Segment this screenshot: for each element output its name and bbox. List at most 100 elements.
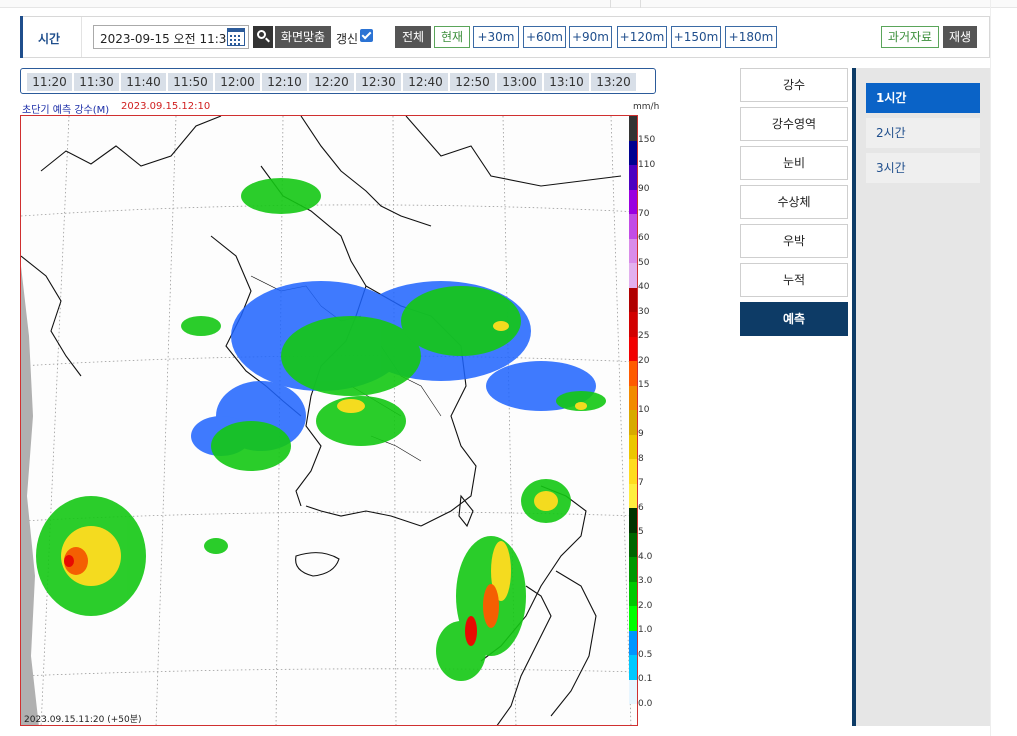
legend-label: 20 xyxy=(638,355,650,366)
legend-swatch xyxy=(629,606,637,631)
control-bar: 시간 2023-09-15 오전 11:34 화면맞춤 갱신 전체 현재 +30… xyxy=(20,16,990,58)
timeline-tick[interactable]: 12:50 xyxy=(450,73,495,91)
timeline-tick[interactable]: 12:20 xyxy=(309,73,354,91)
plus-150m-button[interactable]: +150m xyxy=(671,26,721,48)
radar-map[interactable] xyxy=(20,115,638,726)
legend-label: 0.1 xyxy=(638,674,653,684)
legend-swatch xyxy=(629,238,637,263)
legend-label: 40 xyxy=(638,282,650,292)
radar-map-image xyxy=(21,116,637,725)
plus-30m-button[interactable]: +30m xyxy=(473,26,519,48)
sub-2hour[interactable]: 2시간 xyxy=(866,118,980,148)
legend-label: 50 xyxy=(638,257,650,268)
sub-3hour[interactable]: 3시간 xyxy=(866,153,980,183)
legend-label: 60 xyxy=(638,233,650,243)
map-footer-time: 2023.09.15.11:20 (+50분) xyxy=(24,715,142,725)
legend-swatch xyxy=(629,116,637,141)
legend-label: 10 xyxy=(638,404,650,415)
legend-swatch xyxy=(629,557,637,582)
legend-swatch xyxy=(629,434,637,459)
legend-swatch xyxy=(629,263,637,288)
legend-label: 0.0 xyxy=(638,698,653,709)
plus-60m-button[interactable]: +60m xyxy=(523,26,566,48)
legend-swatch xyxy=(629,312,637,337)
menu-hydrometeor[interactable]: 수상체 xyxy=(740,185,848,219)
now-button[interactable]: 현재 xyxy=(434,26,470,48)
legend-swatch xyxy=(629,385,637,410)
legend-label: 150 xyxy=(638,135,656,145)
legend-swatch xyxy=(629,336,637,361)
divider xyxy=(990,0,991,736)
past-data-button[interactable]: 과거자료 xyxy=(881,26,939,48)
legend-swatch xyxy=(629,483,637,508)
map-forecast-time: 2023.09.15.12:10 xyxy=(121,101,211,112)
legend-swatch xyxy=(629,679,637,704)
time-label: 시간 xyxy=(38,32,61,46)
timeline-tick[interactable]: 13:00 xyxy=(497,73,542,91)
top-strip xyxy=(0,0,1017,8)
timeline-tick[interactable]: 11:40 xyxy=(121,73,166,91)
legend-label: 90 xyxy=(638,184,650,194)
menu-accumulation[interactable]: 누적 xyxy=(740,263,848,297)
legend-swatch xyxy=(629,165,637,190)
legend-swatch xyxy=(629,581,637,606)
legend-label: 0.5 xyxy=(638,649,653,660)
all-button[interactable]: 전체 xyxy=(395,26,431,48)
legend-swatch xyxy=(629,140,637,165)
legend-swatch xyxy=(629,508,637,533)
datetime-input[interactable]: 2023-09-15 오전 11:34 xyxy=(93,25,249,49)
fit-screen-button[interactable]: 화면맞춤 xyxy=(275,26,331,48)
timeline-tick[interactable]: 11:30 xyxy=(74,73,119,91)
plus-120m-button[interactable]: +120m xyxy=(617,26,667,48)
calendar-icon[interactable] xyxy=(227,28,245,46)
legend-label: 15 xyxy=(638,380,650,390)
legend-label: 1.0 xyxy=(638,625,653,635)
legend-label: 5 xyxy=(638,527,644,537)
datetime-value: 2023-09-15 오전 11:34 xyxy=(100,32,235,46)
timeline-tick[interactable]: 12:40 xyxy=(403,73,448,91)
plus-90m-button[interactable]: +90m xyxy=(569,26,612,48)
legend-swatch xyxy=(629,532,637,557)
timeline-tick[interactable]: 12:30 xyxy=(356,73,401,91)
legend-swatch xyxy=(629,361,637,386)
legend-swatch xyxy=(629,410,637,435)
legend-swatch xyxy=(629,459,637,484)
play-button[interactable]: 재생 xyxy=(943,26,977,48)
legend-swatch xyxy=(629,214,637,239)
legend-label: 110 xyxy=(638,159,656,170)
legend-label: 4.0 xyxy=(638,551,653,562)
refresh-checkbox[interactable] xyxy=(360,29,373,42)
legend-swatch xyxy=(629,655,637,680)
legend-label: 2.0 xyxy=(638,600,653,611)
legend-label: 9 xyxy=(638,429,644,439)
divider xyxy=(610,0,611,8)
timeline-bar: 11:20 11:30 11:40 11:50 12:00 12:10 12:2… xyxy=(20,68,656,94)
legend-unit: mm/h xyxy=(633,102,660,112)
search-button[interactable] xyxy=(253,26,273,48)
map-title: 초단기 예측 강수(M) xyxy=(22,105,110,116)
legend-label: 30 xyxy=(638,306,650,317)
timeline-tick[interactable]: 13:20 xyxy=(591,73,636,91)
legend-label: 8 xyxy=(638,453,644,464)
accent-bar xyxy=(20,16,23,58)
timeline-tick[interactable]: 12:10 xyxy=(262,73,307,91)
legend-label: 70 xyxy=(638,208,650,219)
legend-color-bar xyxy=(629,116,637,704)
legend-swatch xyxy=(629,287,637,312)
divider xyxy=(81,17,82,57)
legend-label: 3.0 xyxy=(638,576,653,586)
menu-precipitation-area[interactable]: 강수영역 xyxy=(740,107,848,141)
menu-rain-snow[interactable]: 눈비 xyxy=(740,146,848,180)
plus-180m-button[interactable]: +180m xyxy=(725,26,777,48)
timeline-tick[interactable]: 11:20 xyxy=(27,73,72,91)
timeline-tick[interactable]: 13:10 xyxy=(544,73,589,91)
menu-forecast[interactable]: 예측 xyxy=(740,302,848,336)
sub-1hour[interactable]: 1시간 xyxy=(866,83,980,113)
menu-precipitation[interactable]: 강수 xyxy=(740,68,848,102)
legend-label: 7 xyxy=(638,478,644,488)
legend-swatch xyxy=(629,630,637,655)
timeline-tick[interactable]: 12:00 xyxy=(215,73,260,91)
divider xyxy=(640,0,641,8)
timeline-tick[interactable]: 11:50 xyxy=(168,73,213,91)
menu-hail[interactable]: 우박 xyxy=(740,224,848,258)
